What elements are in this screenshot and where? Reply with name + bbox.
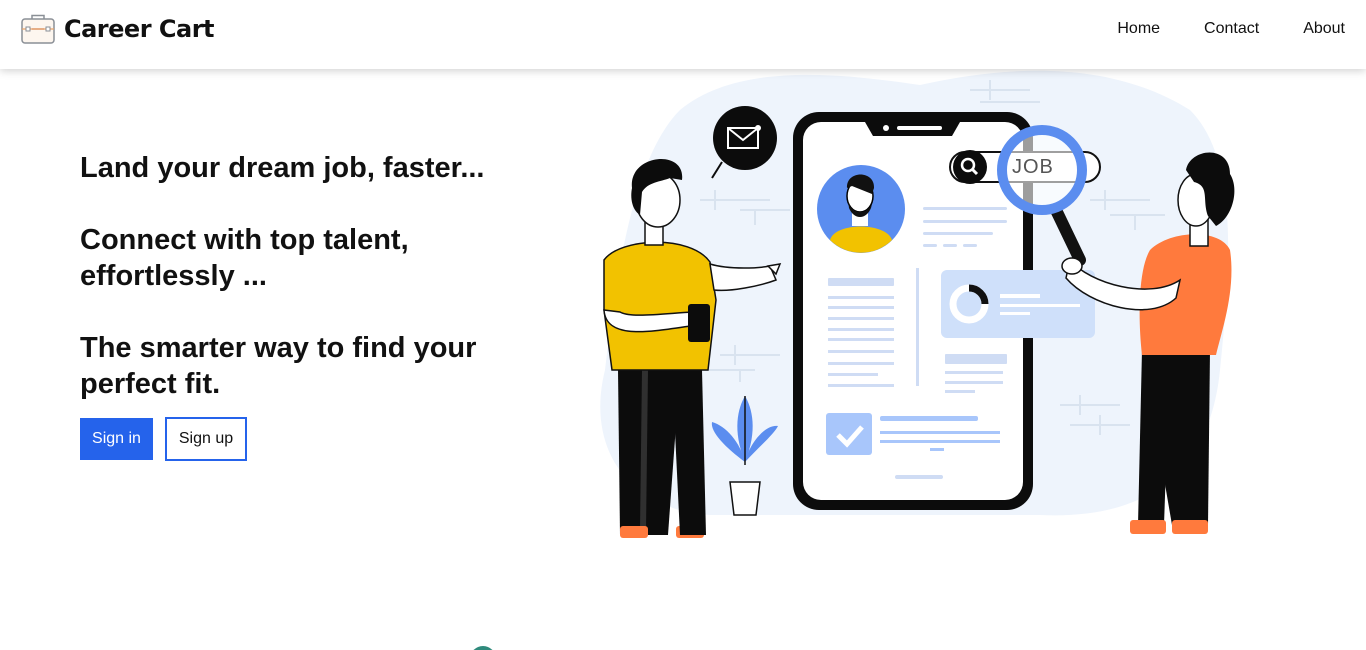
hero-text: Land your dream job, faster... Connect w… — [80, 150, 550, 402]
job-search-tag: JOB — [1012, 156, 1054, 178]
headline-3: The smarter way to find your perfect fit… — [80, 332, 477, 400]
nav-about[interactable]: About — [1303, 19, 1345, 39]
hero-illustration: JOB — [590, 70, 1250, 550]
headline-1: Land your dream job, faster... — [80, 152, 485, 184]
nav-home[interactable]: Home — [1117, 19, 1160, 39]
brand[interactable]: Career Cart — [20, 12, 215, 46]
brand-name: Career Cart — [64, 15, 215, 43]
nav-links: Home Contact About — [1117, 19, 1345, 39]
avatar-icon — [817, 165, 905, 253]
headline-2: Connect with top talent, effortlessly ..… — [80, 224, 409, 292]
check-icon — [826, 413, 872, 455]
hero-actions: Sign in Sign up — [80, 417, 247, 461]
briefcase-icon — [20, 12, 56, 46]
section-indicator-dot — [470, 646, 496, 650]
sign-up-button[interactable]: Sign up — [165, 417, 247, 461]
navbar: Career Cart Home Contact About — [0, 0, 1366, 69]
nav-contact[interactable]: Contact — [1204, 19, 1259, 39]
sign-in-button[interactable]: Sign in — [80, 418, 153, 460]
